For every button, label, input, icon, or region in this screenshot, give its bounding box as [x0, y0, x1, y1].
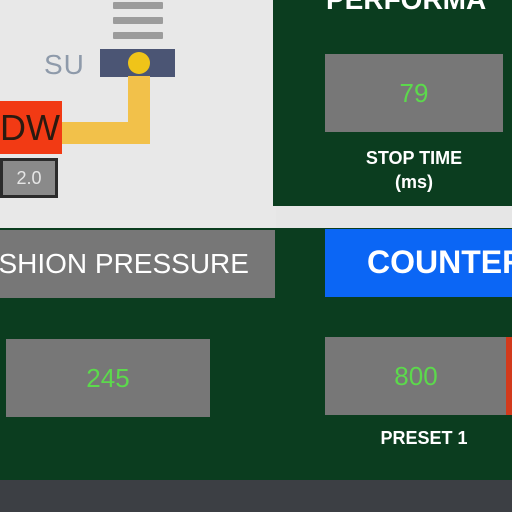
stop-time-value[interactable]: 79 — [325, 54, 503, 132]
stop-time-label-text: STOP TIME — [365, 148, 463, 168]
stack-bar — [113, 17, 163, 24]
performance-title: PERFORMA — [326, 0, 486, 16]
cushion-pressure-title: CUSHION PRESSURE — [0, 248, 249, 279]
counter-title: COUNTER — [367, 244, 512, 280]
preset1-label: PRESET 1 — [380, 428, 468, 448]
stack-bar — [113, 32, 163, 39]
pipe-horizontal — [60, 122, 150, 144]
red-indicator-edge — [506, 337, 512, 415]
alarm-status-box[interactable]: DW — [0, 101, 62, 154]
indicator-dot-icon — [128, 52, 150, 74]
value-display: 2.0 — [0, 158, 58, 198]
bottom-bar — [0, 480, 512, 512]
counter-header[interactable]: COUNTER — [325, 229, 512, 297]
preset1-value[interactable]: 800 — [325, 337, 507, 415]
su-label: SU — [44, 49, 85, 80]
stack-bar — [113, 2, 163, 9]
stop-time-label: STOP TIME (ms) — [325, 146, 503, 194]
stop-time-unit: (ms) — [394, 172, 433, 192]
cushion-pressure-value[interactable]: 245 — [6, 339, 210, 417]
cushion-pressure-header: CUSHION PRESSURE — [0, 230, 275, 298]
